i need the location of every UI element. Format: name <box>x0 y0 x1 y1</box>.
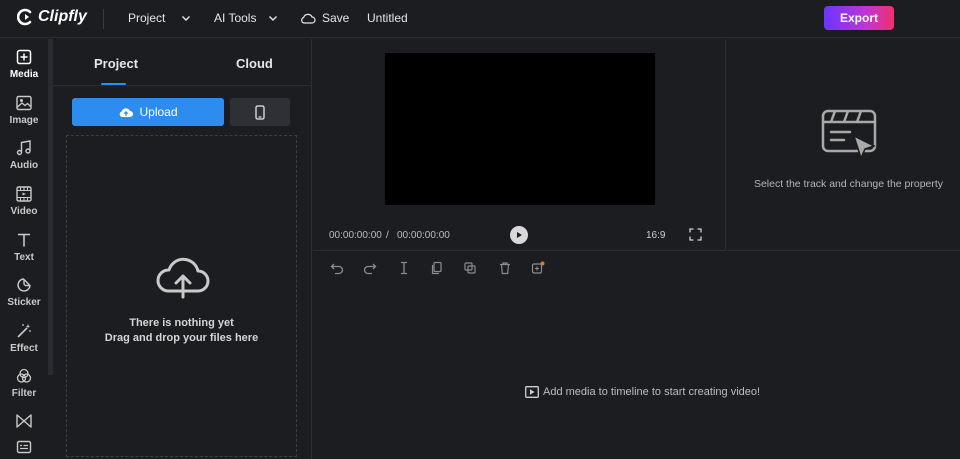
sidebar-item-filter[interactable]: Filter <box>0 367 48 399</box>
header-divider <box>103 9 104 29</box>
top-bar: Clipfly Project AI Tools Save Untitled E… <box>0 0 960 38</box>
properties-panel: Select the track and change the property <box>727 39 960 251</box>
sidebar-item-label: Text <box>14 252 34 263</box>
export-button[interactable]: Export <box>824 6 894 30</box>
sidebar-scrollbar[interactable] <box>48 39 53 375</box>
sidebar-item-label: Audio <box>9 160 39 171</box>
play-icon <box>517 232 522 238</box>
undo-icon[interactable] <box>330 261 344 275</box>
sticker-icon <box>17 278 31 292</box>
save-button[interactable]: Save <box>300 11 349 25</box>
sidebar-item-media[interactable]: Media <box>0 48 48 80</box>
filter-circles-icon <box>16 368 32 383</box>
sidebar-item-image[interactable]: Image <box>0 94 48 126</box>
empty-state-hint: Drag and drop your files here <box>104 332 259 344</box>
chevron-down-icon <box>182 16 191 21</box>
aspect-ratio-selector[interactable]: 16:9 <box>646 230 665 241</box>
sidebar-item-label: Filter <box>11 388 37 399</box>
magic-wand-icon <box>17 324 31 338</box>
sidebar-item-label: Image <box>9 115 39 126</box>
music-note-icon <box>16 140 31 156</box>
current-time: 00:00:00:00 <box>329 230 382 241</box>
clapperboard-cursor-icon <box>821 109 877 161</box>
tab-project[interactable]: Project <box>94 56 138 71</box>
cloud-upload-large-icon <box>156 257 210 299</box>
tabs-divider <box>54 85 312 86</box>
copy-icon[interactable] <box>430 261 444 275</box>
sidebar-item-audio[interactable]: Audio <box>0 139 48 171</box>
media-add-icon <box>16 49 32 65</box>
sidebar-item-sticker[interactable]: Sticker <box>0 276 48 308</box>
timeline-panel: Add media to timeline to start creating … <box>313 252 960 459</box>
sidebar-item-text[interactable]: Text <box>0 231 48 263</box>
file-dropzone[interactable]: There is nothing yet Drag and drop your … <box>66 135 297 457</box>
preview-panel: 00:00:00:00 / 00:00:00:00 16:9 <box>313 39 726 251</box>
ai-tools-menu-label: AI Tools <box>214 11 257 25</box>
video-canvas[interactable] <box>385 53 655 205</box>
sidebar-item-label: Effect <box>10 343 38 354</box>
sidebar-item-label: Media <box>9 69 39 80</box>
sidebar-item-label: Video <box>10 206 38 217</box>
subtitle-icon <box>16 440 32 454</box>
ai-tools-menu[interactable]: AI Tools <box>214 11 278 25</box>
document-title[interactable]: Untitled <box>367 11 408 25</box>
save-label: Save <box>322 11 350 25</box>
phone-upload-button[interactable] <box>230 98 290 126</box>
phone-icon <box>255 104 265 120</box>
split-icon[interactable] <box>397 261 411 275</box>
empty-state-title: There is nothing yet <box>129 317 234 329</box>
app-logo[interactable]: Clipfly <box>17 8 87 26</box>
time-separator: / <box>386 230 389 241</box>
media-panel: Project Cloud Upload There is nothing ye… <box>54 39 312 459</box>
cloud-icon <box>301 13 316 24</box>
redo-icon[interactable] <box>363 261 377 275</box>
delete-icon[interactable] <box>498 261 512 275</box>
sidebar-item-video[interactable]: Video <box>0 185 48 217</box>
app-name: Clipfly <box>38 8 87 25</box>
sidebar-item-transition[interactable] <box>0 412 48 430</box>
clipfly-logo-icon <box>17 8 32 26</box>
play-box-icon <box>525 386 539 398</box>
sidebar-item-label: Sticker <box>7 297 41 308</box>
duplicate-icon[interactable] <box>463 261 477 275</box>
chevron-down-icon <box>269 16 278 21</box>
transition-icon <box>16 414 32 428</box>
project-menu-label: Project <box>128 11 166 25</box>
project-menu[interactable]: Project <box>128 11 191 25</box>
cloud-upload-icon <box>120 108 134 117</box>
left-sidebar: Media Image Audio Video Text Sticker Eff… <box>0 39 48 459</box>
film-icon <box>16 186 32 202</box>
timeline-empty-text: Add media to timeline to start creating … <box>543 386 761 398</box>
text-t-icon <box>18 233 30 247</box>
document-title-text: Untitled <box>367 11 408 25</box>
timeline-empty-message: Add media to timeline to start creating … <box>525 386 760 398</box>
upload-label: Upload <box>139 105 178 119</box>
image-icon <box>16 95 32 111</box>
fullscreen-icon[interactable] <box>689 228 702 241</box>
upload-button[interactable]: Upload <box>72 98 224 126</box>
total-time: 00:00:00:00 <box>397 230 450 241</box>
ai-tool-icon[interactable] <box>531 261 545 275</box>
sidebar-item-subtitle[interactable] <box>0 438 48 456</box>
properties-hint: Select the track and change the property <box>753 178 944 190</box>
sidebar-item-effect[interactable]: Effect <box>0 322 48 354</box>
play-button[interactable] <box>510 226 528 244</box>
tab-cloud[interactable]: Cloud <box>236 56 273 71</box>
